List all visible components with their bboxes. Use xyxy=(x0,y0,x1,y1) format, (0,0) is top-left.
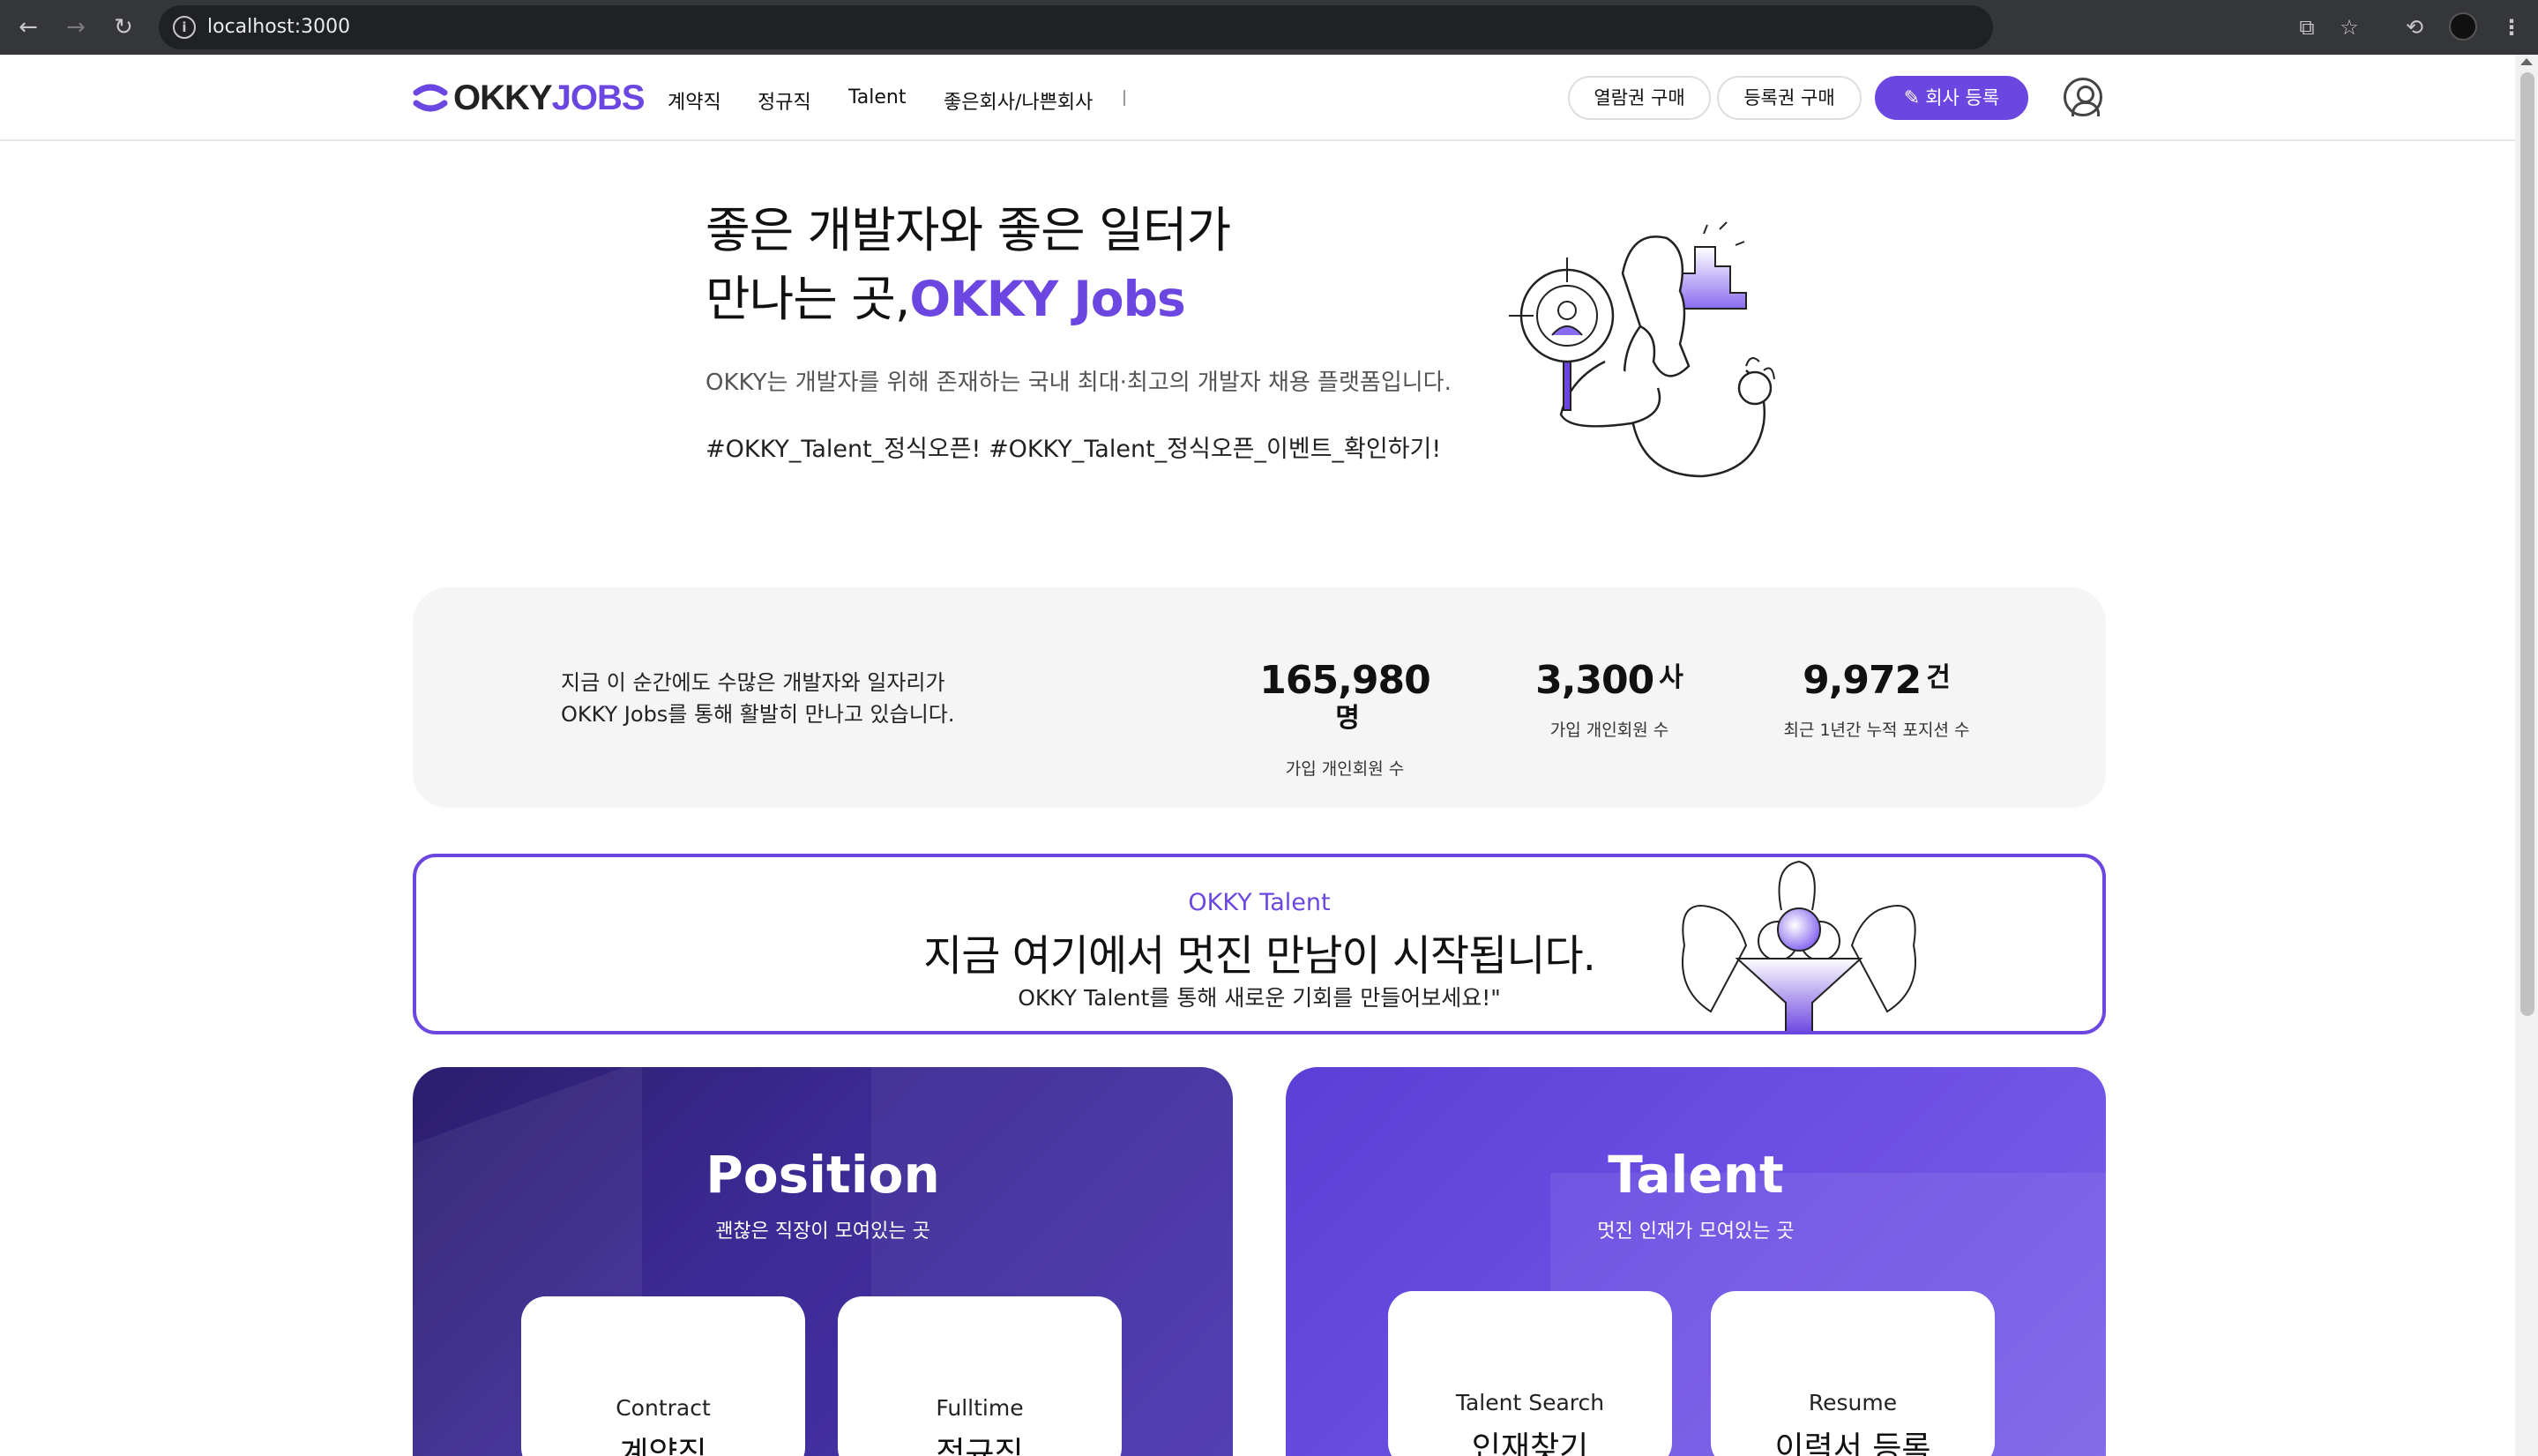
address-bar[interactable]: i localhost:3000 xyxy=(159,5,1993,49)
resume-tile[interactable]: Resume 이력서 등록 xyxy=(1711,1291,1995,1456)
stat-positions: 9,972 건 최근 1년간 누적 포지션 수 xyxy=(1771,658,1982,741)
stat-unit: 건 xyxy=(1926,662,1951,693)
tile-ko-label: 이력서 등록 xyxy=(1774,1430,1931,1456)
stat-value: 9,972 xyxy=(1803,658,1922,703)
profile-avatar[interactable] xyxy=(2449,12,2477,41)
stat-label: 최근 1년간 누적 포지션 수 xyxy=(1783,721,1970,740)
nav-talent[interactable]: Talent xyxy=(848,86,907,108)
hero-title: 좋은 개발자와 좋은 일터가 만나는 곳,OKKY Jobs xyxy=(705,196,1231,333)
menu-kebab-icon[interactable]: ⋮ xyxy=(2496,11,2527,43)
hero-title-line2: 만나는 곳,OKKY Jobs xyxy=(705,265,1230,333)
bookmark-star-icon[interactable]: ☆ xyxy=(2333,11,2365,43)
okky-logo-icon xyxy=(413,84,448,112)
address-url: localhost:3000 xyxy=(207,16,351,38)
stat-label: 가입 개인회원 수 xyxy=(1549,721,1669,740)
hero-title-line1: 좋은 개발자와 좋은 일터가 xyxy=(705,202,1231,258)
hero-title-accent: OKKY Jobs xyxy=(909,271,1185,327)
tile-en-label: Contract xyxy=(616,1395,711,1421)
back-arrow-icon[interactable]: ← xyxy=(12,11,44,43)
site-info-icon[interactable]: i xyxy=(173,16,196,39)
stats-intro-line1: 지금 이 순간에도 수많은 개발자와 일자리가 xyxy=(561,670,945,695)
forward-arrow-icon[interactable]: → xyxy=(60,11,92,43)
tile-ko-label: 인재찾기 xyxy=(1471,1430,1589,1456)
logo-okky-text: OKKY xyxy=(453,78,553,117)
stat-members: 165,980명 가입 개인회원 수 xyxy=(1252,658,1437,780)
stat-unit: 사 xyxy=(1659,662,1683,693)
company-register-label: 회사 등록 xyxy=(1925,87,2000,108)
stats-intro-line2: OKKY Jobs를 통해 활발히 만나고 있습니다. xyxy=(561,702,955,727)
nav-fulltime[interactable]: 정규직 xyxy=(758,86,811,115)
talent-card-subtitle: 멋진 인재가 모여있는 곳 xyxy=(1597,1221,1795,1243)
tile-en-label: Resume xyxy=(1808,1390,1898,1415)
fulltime-tile[interactable]: Fulltime 정규직 xyxy=(838,1296,1122,1456)
hero-title-prefix: 만나는 곳, xyxy=(705,271,910,327)
stat-value: 165,980 xyxy=(1259,658,1430,703)
buy-view-pass-button[interactable]: 열람권 구매 xyxy=(1568,76,1711,120)
hero-recruiter-illustration xyxy=(1509,221,1775,478)
reload-icon[interactable]: ↻ xyxy=(108,11,139,43)
talent-banner[interactable]: OKKY Talent 지금 여기에서 멋진 만남이 시작됩니다. OKKY T… xyxy=(413,854,2106,1034)
scroll-up-icon[interactable] xyxy=(2520,58,2533,65)
stat-value: 3,300 xyxy=(1535,658,1654,703)
buy-register-pass-button[interactable]: 등록권 구매 xyxy=(1717,76,1862,120)
hero-event-tags[interactable]: #OKKY_Talent_정식오픈! #OKKY_Talent_정식오픈_이벤트… xyxy=(705,429,1441,464)
position-card-subtitle: 괜찮은 직장이 모여있는 곳 xyxy=(715,1221,930,1243)
contract-tile[interactable]: Contract 계약직 xyxy=(521,1296,805,1456)
tile-ko-label: 정규직 xyxy=(936,1436,1024,1456)
talent-card: Talent 멋진 인재가 모여있는 곳 Talent Search 인재찾기 … xyxy=(1286,1067,2106,1456)
stat-companies: 3,300 사 가입 개인회원 수 xyxy=(1534,658,1684,741)
talent-funnel-illustration xyxy=(1682,860,1916,1031)
stat-label: 가입 개인회원 수 xyxy=(1285,759,1405,779)
browser-toolbar: ← → ↻ i localhost:3000 ⧉ ☆ ⟲ ⋮ xyxy=(0,0,2538,55)
company-register-button[interactable]: ✎ 회사 등록 xyxy=(1875,76,2028,120)
position-card: Position 괜찮은 직장이 모여있는 곳 Contract 계약직 Ful… xyxy=(413,1067,1233,1456)
tile-ko-label: 계약직 xyxy=(619,1436,707,1456)
scrollbar-thumb[interactable] xyxy=(2520,72,2534,1016)
okky-jobs-logo[interactable]: OKKY JOBS xyxy=(411,78,646,118)
logo-jobs-text: JOBS xyxy=(551,78,646,117)
site-header: OKKY JOBS 계약직 정규직 Talent 좋은회사/나쁜회사 열람권 구… xyxy=(0,55,2515,141)
hero-description: OKKY는 개발자를 위해 존재하는 국내 최대·최고의 개발자 채용 플랫폼입… xyxy=(705,370,1452,396)
talent-card-title: Talent xyxy=(1608,1145,1784,1205)
tile-en-label: Talent Search xyxy=(1455,1390,1605,1415)
extensions-icon[interactable]: ⟲ xyxy=(2399,11,2430,43)
install-app-icon[interactable]: ⧉ xyxy=(2291,11,2323,43)
nav-company-review[interactable]: 좋은회사/나쁜회사 xyxy=(944,86,1093,115)
talent-search-tile[interactable]: Talent Search 인재찾기 xyxy=(1388,1291,1672,1456)
tile-en-label: Fulltime xyxy=(936,1395,1024,1421)
user-account-icon[interactable] xyxy=(2064,78,2102,116)
nav-contract[interactable]: 계약직 xyxy=(668,86,721,115)
stat-unit: 명 xyxy=(1335,703,1360,734)
position-card-title: Position xyxy=(705,1145,940,1205)
stats-intro: 지금 이 순간에도 수많은 개발자와 일자리가 OKKY Jobs를 통해 활발… xyxy=(561,667,955,730)
stats-panel: 지금 이 순간에도 수많은 개발자와 일자리가 OKKY Jobs를 통해 활발… xyxy=(413,587,2106,808)
edit-pencil-icon: ✎ xyxy=(1903,87,1921,109)
nav-divider xyxy=(1123,90,1125,106)
